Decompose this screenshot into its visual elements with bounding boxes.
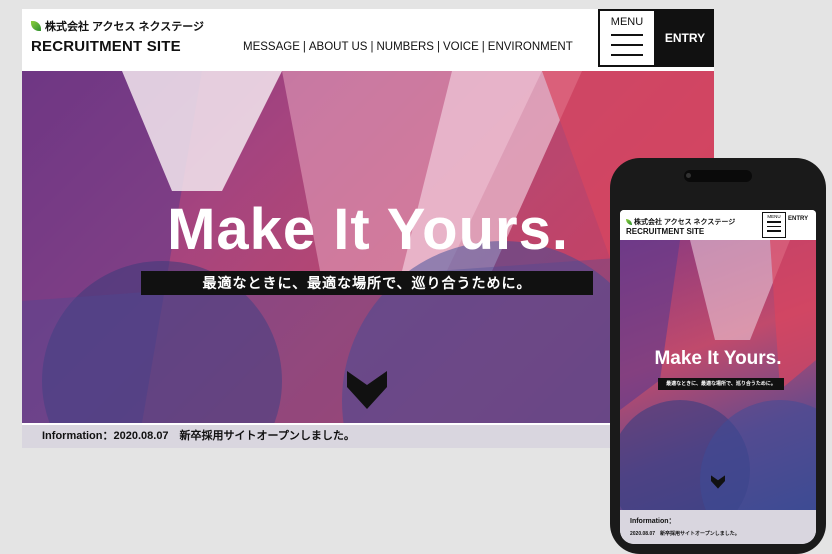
mobile-company-name-text: 株式会社 アクセス ネクステージ (634, 219, 736, 226)
nav-separator: | (436, 41, 440, 53)
phone-screen: 株式会社 アクセス ネクステージ RECRUITMENT SITE MENU E… (620, 210, 816, 544)
nav-item-about-us[interactable]: ABOUT US (309, 41, 368, 53)
main-nav: MESSAGE | ABOUT US | NUMBERS | VOICE | E… (243, 41, 573, 53)
company-name: 株式会社 アクセス ネクステージ (31, 18, 204, 34)
mobile-info-bar[interactable]: Information： 2020.08.07 新卒採用サイトオープンしました。 (620, 510, 816, 544)
mobile-menu-label: MENU (767, 214, 781, 219)
mobile-header: 株式会社 アクセス ネクステージ RECRUITMENT SITE MENU E… (620, 210, 816, 240)
hamburger-menu-icon (767, 221, 781, 232)
mobile-info-text: 2020.08.07 新卒採用サイトオープンしました。 (630, 531, 740, 537)
site-logo[interactable]: 株式会社 アクセス ネクステージ RECRUITMENT SITE (31, 18, 204, 55)
mobile-hero-title: Make It Yours. (654, 348, 782, 369)
nav-item-numbers[interactable]: NUMBERS (376, 41, 434, 53)
nav-separator: | (370, 41, 374, 53)
mobile-hero-section: Make It Yours. 最適なときに、最適な場所で、巡り合うために。 (620, 240, 816, 510)
phone-camera (686, 173, 691, 178)
scroll-down-chevron-icon[interactable] (711, 475, 725, 489)
hamburger-menu-icon (611, 34, 643, 56)
mobile-info-label: Information： (630, 518, 676, 525)
scroll-down-chevron-icon[interactable] (347, 371, 387, 409)
hero-subtitle: 最適なときに、最適な場所で、巡り合うために。 (141, 271, 593, 295)
site-header: 株式会社 アクセス ネクステージ RECRUITMENT SITE MESSAG… (22, 9, 714, 71)
mobile-hero-subtitle: 最適なときに、最適な場所で、巡り合うために。 (658, 378, 784, 390)
nav-separator: | (481, 41, 485, 53)
phone-mockup: 株式会社 アクセス ネクステージ RECRUITMENT SITE MENU E… (610, 158, 826, 554)
nav-separator: | (302, 41, 306, 53)
leaf-logo-icon (31, 21, 41, 31)
nav-item-environment[interactable]: ENVIRONMENT (488, 41, 573, 53)
mobile-menu-button[interactable]: MENU (762, 212, 786, 238)
nav-item-message[interactable]: MESSAGE (243, 41, 300, 53)
menu-label: MENU (610, 16, 644, 28)
leaf-logo-icon (626, 219, 632, 225)
mobile-company-name[interactable]: 株式会社 アクセス ネクステージ (626, 217, 735, 227)
menu-button[interactable]: MENU (598, 9, 656, 67)
mobile-entry-button[interactable]: ENTRY (788, 216, 808, 222)
mobile-site-name: RECRUITMENT SITE (626, 227, 705, 236)
site-name: RECRUITMENT SITE (31, 38, 181, 55)
company-name-text: 株式会社 アクセス ネクステージ (45, 21, 205, 33)
phone-notch (684, 170, 752, 182)
nav-item-voice[interactable]: VOICE (443, 41, 479, 53)
mobile-hero-background-graphic (620, 240, 816, 510)
entry-button[interactable]: ENTRY (656, 9, 714, 67)
